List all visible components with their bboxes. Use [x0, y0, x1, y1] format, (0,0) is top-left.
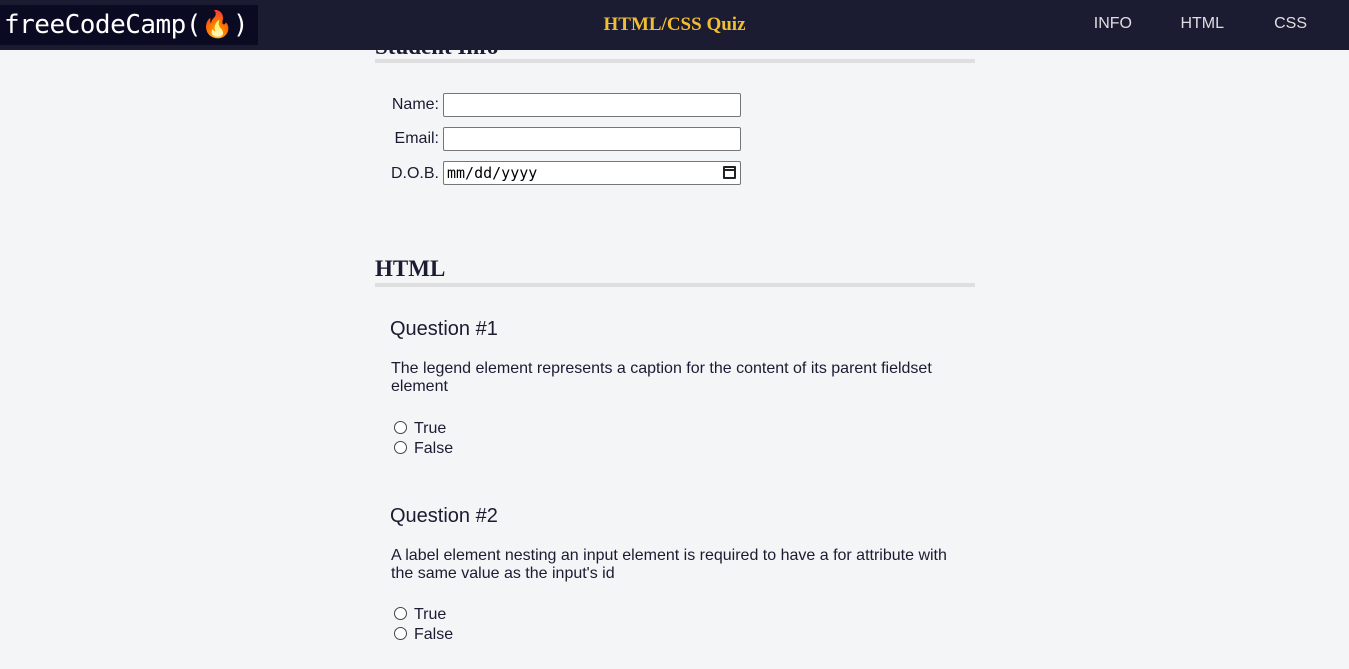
dob-label: D.O.B.	[390, 165, 439, 182]
question-1-title: Question #1	[390, 318, 498, 340]
question-2-false-radio[interactable]	[394, 627, 407, 640]
top-navbar: freeCodeCamp(🔥) HTML/CSS Quiz INFO HTML …	[0, 0, 1349, 50]
question-1-text: The legend element represents a caption …	[391, 360, 932, 395]
html-section-rule	[375, 283, 975, 287]
dob-input[interactable]: mm/dd/yyyy	[443, 161, 741, 185]
question-2-true-label[interactable]: True	[414, 606, 446, 624]
nav-link-css[interactable]: CSS	[1274, 15, 1307, 33]
question-2-title: Question #2	[390, 505, 498, 527]
question-1-false-label[interactable]: False	[414, 440, 453, 458]
question-1-true-label[interactable]: True	[414, 420, 446, 438]
html-section-heading: HTML	[375, 256, 446, 281]
name-input[interactable]	[443, 93, 741, 117]
nav-link-html[interactable]: HTML	[1180, 15, 1224, 33]
nav-link-info[interactable]: INFO	[1094, 15, 1132, 33]
email-label: Email:	[394, 130, 439, 147]
email-input[interactable]	[443, 127, 741, 151]
student-info-rule	[375, 59, 975, 63]
question-1-true-radio[interactable]	[394, 421, 407, 434]
name-label: Name:	[391, 96, 439, 113]
question-1-false-radio[interactable]	[394, 441, 407, 454]
question-2-text: A label element nesting an input element…	[391, 547, 947, 582]
dob-placeholder: mm/dd/yyyy	[447, 164, 538, 182]
page-title: HTML/CSS Quiz	[603, 14, 746, 35]
question-2-false-label[interactable]: False	[414, 626, 453, 644]
question-2-true-radio[interactable]	[394, 607, 407, 620]
calendar-icon[interactable]	[723, 166, 736, 179]
